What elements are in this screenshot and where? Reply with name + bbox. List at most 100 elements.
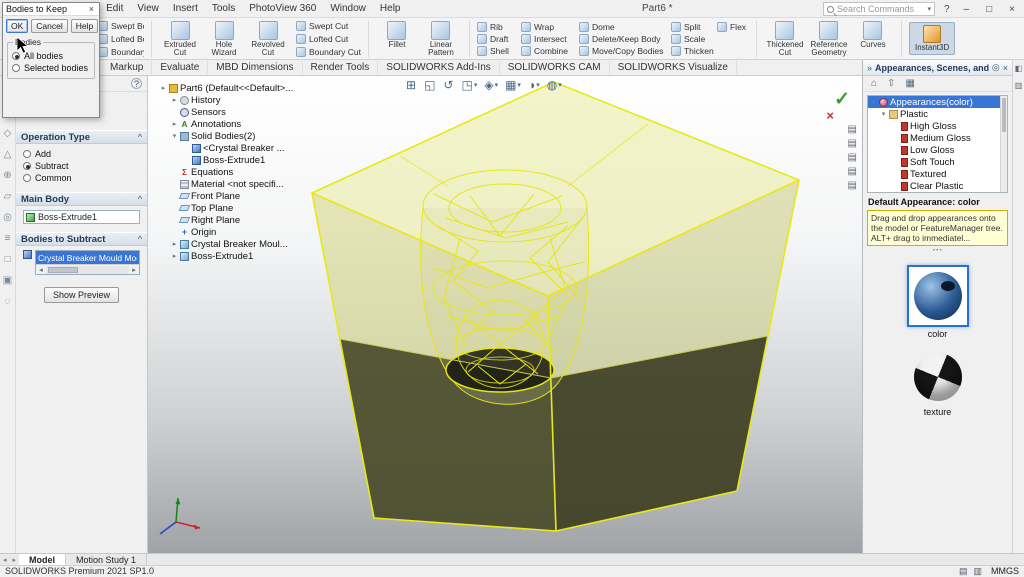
tree-item[interactable]: Front Plane xyxy=(160,190,312,202)
tab-motion-study[interactable]: Motion Study 1 xyxy=(66,554,147,565)
ribbon-button[interactable]: Dome xyxy=(579,21,667,33)
left-toolbar-icon[interactable]: □ xyxy=(4,254,10,265)
menu-item[interactable]: Help xyxy=(374,1,407,16)
tree-item[interactable]: Origin xyxy=(160,226,312,238)
view-tool-icon[interactable]: ◳▾ xyxy=(461,78,477,92)
bodies-to-subtract-header[interactable]: Bodies to Subtract ^ xyxy=(16,232,147,246)
expand-icon[interactable]: ▸ xyxy=(160,84,167,92)
ribbon-button[interactable]: Thickened Cut xyxy=(764,21,806,57)
help-icon[interactable]: ? xyxy=(942,4,952,15)
ribbon-button[interactable]: Lofted Cut xyxy=(296,33,361,45)
ribbon-button[interactable]: Split xyxy=(671,21,713,33)
ribbon-button[interactable]: Fillet xyxy=(376,21,418,57)
close-button[interactable]: × xyxy=(1004,4,1020,15)
appearance-tree-item[interactable]: Textured xyxy=(868,168,1007,180)
operation-option[interactable]: Subtract xyxy=(23,160,140,172)
close-pane-icon[interactable]: × xyxy=(1003,63,1008,73)
view-tool-icon[interactable]: ◈▾ xyxy=(484,78,498,92)
ribbon-button[interactable]: Scale xyxy=(671,33,713,45)
task-pane-tool-icon[interactable]: ▦ xyxy=(905,78,914,89)
ribbon-button[interactable]: Rib xyxy=(477,21,517,33)
status-icon[interactable]: ▤ xyxy=(959,566,968,577)
appearance-tree-item[interactable]: High Gloss xyxy=(868,120,1007,132)
tree-item[interactable]: Top Plane xyxy=(160,202,312,214)
instant3d-button[interactable]: Instant3D xyxy=(909,22,955,55)
left-toolbar-icon[interactable]: ◌ xyxy=(5,296,11,307)
ribbon-button[interactable]: Linear Pattern xyxy=(420,21,462,57)
operation-option[interactable]: Add xyxy=(23,148,140,160)
maximize-button[interactable]: □ xyxy=(981,4,997,15)
tree-item[interactable]: ▸ Boss-Extrude1 xyxy=(160,250,312,262)
side-option-icon[interactable]: ▤ xyxy=(848,180,857,191)
ribbon-tab[interactable]: SOLIDWORKS Visualize xyxy=(610,61,737,74)
left-toolbar-icon[interactable]: ◇ xyxy=(4,128,12,139)
ribbon-button[interactable]: Move/Copy Bodies xyxy=(579,45,667,57)
pm-help-icon[interactable]: ? xyxy=(131,78,142,89)
tab-scroll-left-icon[interactable]: ◂ xyxy=(0,556,10,564)
side-option-icon[interactable]: ▤ xyxy=(848,166,857,177)
dialog-help-button[interactable]: Help xyxy=(71,19,98,33)
appearance-tree-item[interactable]: ▾ Appearances(color) xyxy=(868,96,1007,108)
ribbon-button[interactable]: Swept Boss/Base xyxy=(98,20,144,32)
ribbon-tab[interactable]: SOLIDWORKS Add-Ins xyxy=(378,61,499,74)
graphics-area[interactable]: ⊞◱↺◳▾◈▾▦▾◑▾◍▾ ▸ Part6 (Default<<Default>… xyxy=(148,76,862,553)
operation-option[interactable]: Common xyxy=(23,172,140,184)
bodies-to-subtract-list[interactable]: Crystal Breaker Mould Model ◂ ▸ xyxy=(35,250,140,275)
confirm-ok-button[interactable]: ✓ xyxy=(834,88,850,111)
tree-item[interactable]: Boss-Extrude1 xyxy=(160,154,312,166)
ribbon-button[interactable]: Boundary Cut xyxy=(296,46,361,58)
tree-item[interactable]: ▸ Crystal Breaker Moul... xyxy=(160,238,312,250)
ribbon-button[interactable]: Boundary Boss/Base xyxy=(98,46,144,58)
appearance-tree-item[interactable]: Medium Gloss xyxy=(868,132,1007,144)
main-body-field[interactable]: Boss-Extrude1 xyxy=(23,210,140,224)
main-body-header[interactable]: Main Body ^ xyxy=(16,192,147,206)
units-indicator[interactable]: MMGS xyxy=(991,566,1019,576)
expand-icon[interactable]: ▾ xyxy=(870,98,877,106)
left-toolbar-icon[interactable]: ⊕ xyxy=(3,170,11,181)
ribbon-button[interactable]: Lofted Boss/Base xyxy=(98,33,144,45)
task-pane-tool-icon[interactable]: ⇧ xyxy=(887,78,895,89)
side-option-icon[interactable]: ▤ xyxy=(848,124,857,135)
ribbon-button[interactable]: Swept Cut xyxy=(296,20,361,32)
bodies-option[interactable]: Selected bodies xyxy=(12,62,90,74)
dialog-title-bar[interactable]: Bodies to Keep × xyxy=(3,3,99,16)
scroll-left-icon[interactable]: ◂ xyxy=(36,266,46,274)
appearance-tree-item[interactable]: ▾ Plastic xyxy=(868,108,1007,120)
collapse-pane-icon[interactable]: » xyxy=(867,63,872,73)
ribbon-tab[interactable]: Markup xyxy=(102,61,152,74)
ribbon-button[interactable]: Hole Wizard xyxy=(203,21,245,57)
expand-icon[interactable]: ▾ xyxy=(880,110,887,118)
tree-item[interactable]: <Crystal Breaker ... xyxy=(160,142,312,154)
edge-strip-icon[interactable]: ▥ xyxy=(1015,81,1023,90)
scroll-thumb[interactable] xyxy=(1002,98,1006,132)
tab-scroll-right-icon[interactable]: ▸ xyxy=(10,556,20,564)
ribbon-button[interactable]: Extruded Cut xyxy=(159,21,201,57)
view-tool-icon[interactable]: ▦▾ xyxy=(505,78,521,92)
ribbon-button[interactable]: Revolved Cut xyxy=(247,21,289,57)
ribbon-tab[interactable]: MBD Dimensions xyxy=(208,61,302,74)
view-tool-icon[interactable]: ◑▾ xyxy=(528,78,540,92)
pane-splitter[interactable]: ··· xyxy=(863,247,1012,257)
menu-item[interactable]: View xyxy=(131,1,165,16)
appearance-tree-item[interactable]: Soft Touch xyxy=(868,156,1007,168)
expand-icon[interactable]: ▸ xyxy=(171,252,178,260)
view-tool-icon[interactable]: ↺ xyxy=(443,78,454,92)
menu-item[interactable]: Window xyxy=(324,1,372,16)
search-dropdown-icon[interactable]: ▾ xyxy=(927,5,931,13)
appearance-tree-item[interactable]: Clear Plastic xyxy=(868,180,1007,192)
tab-model[interactable]: Model xyxy=(19,554,66,565)
dialog-close-icon[interactable]: × xyxy=(87,4,96,14)
ribbon-button[interactable]: Combine xyxy=(521,45,575,57)
left-toolbar-icon[interactable]: ◎ xyxy=(3,212,12,223)
search-input[interactable]: Search Commands ▾ xyxy=(823,2,935,16)
appearance-tree-item[interactable]: Low Gloss xyxy=(868,144,1007,156)
tree-item[interactable]: ▸ History xyxy=(160,94,312,106)
scroll-thumb[interactable] xyxy=(48,267,78,273)
view-tool-icon[interactable]: ⊞ xyxy=(406,78,417,92)
status-icon[interactable]: ▥ xyxy=(973,566,982,577)
operation-type-header[interactable]: Operation Type ^ xyxy=(16,130,147,144)
view-tool-icon[interactable]: ◍▾ xyxy=(547,78,562,92)
minimize-button[interactable]: – xyxy=(959,4,975,15)
ribbon-button[interactable]: Draft xyxy=(477,33,517,45)
side-option-icon[interactable]: ▤ xyxy=(848,152,857,163)
